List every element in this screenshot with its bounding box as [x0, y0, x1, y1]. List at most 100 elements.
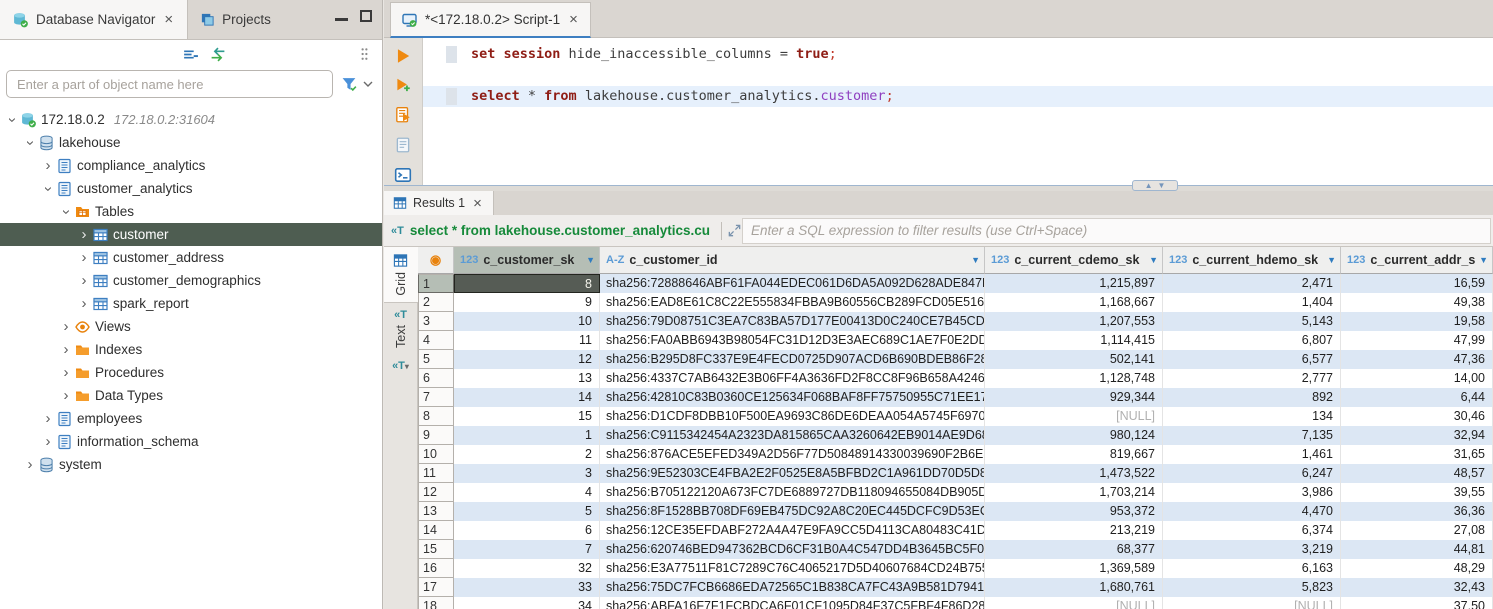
cell-c_customer_id[interactable]: sha256:8F1528BB708DF69EB475DC92A8C20EC44…	[600, 502, 985, 521]
object-filter-input[interactable]	[6, 70, 333, 98]
cell-c_current_hdemo_sk[interactable]: 6,247	[1163, 464, 1341, 483]
tree-item-views[interactable]: ›Views	[0, 315, 382, 338]
cell-c_customer_id[interactable]: sha256:C9115342454A2323DA815865CAA326064…	[600, 426, 985, 445]
cell-c_current_cdemo_sk[interactable]: 953,372	[985, 502, 1163, 521]
cell-c_customer_id[interactable]: sha256:9E52303CE4FBA2E2F0525E8A5BFBD2C1A…	[600, 464, 985, 483]
chevron-expanded-icon[interactable]: ›	[5, 113, 19, 127]
cell-c_customer_id[interactable]: sha256:E3A77511F81C7289C76C4065217D5D406…	[600, 559, 985, 578]
code-line-1[interactable]: set session hide_inaccessible_columns = …	[423, 44, 1493, 65]
cell-c_customer_id[interactable]: sha256:876ACE5EFED349A2D56F77D5084891433…	[600, 445, 985, 464]
cell-c_current_addr_sk[interactable]: 44,81	[1341, 540, 1493, 559]
cell-c_customer_sk[interactable]: 34	[454, 597, 600, 609]
cell-c_current_cdemo_sk[interactable]: [NULL]	[985, 407, 1163, 426]
cell-c_customer_sk[interactable]: 6	[454, 521, 600, 540]
cell-c_current_addr_sk[interactable]: 47,36	[1341, 350, 1493, 369]
cell-c_current_addr_sk[interactable]: 47,99	[1341, 331, 1493, 350]
cell-c_current_cdemo_sk[interactable]: 213,219	[985, 521, 1163, 540]
cell-c_customer_sk[interactable]: 13	[454, 369, 600, 388]
cell-c_current_addr_sk[interactable]: 27,08	[1341, 521, 1493, 540]
cell-c_current_cdemo_sk[interactable]: [NULL]	[985, 597, 1163, 609]
tree-item-customer[interactable]: ›customer	[0, 223, 382, 246]
chevron-collapsed-icon[interactable]: ›	[77, 274, 91, 288]
cell-c_customer_sk[interactable]: 11	[454, 331, 600, 350]
cell-c_current_addr_sk[interactable]: 36,36	[1341, 502, 1493, 521]
sort-dropdown-icon[interactable]: ▼	[1479, 255, 1488, 265]
cell-c_current_addr_sk[interactable]: 32,43	[1341, 578, 1493, 597]
row-number[interactable]: 12	[418, 483, 454, 502]
collapse-down-icon[interactable]: ▼	[1158, 182, 1166, 190]
row-number[interactable]: 16	[418, 559, 454, 578]
cell-c_customer_id[interactable]: sha256:4337C7AB6432E3B06FF4A3636FD2F8CC8…	[600, 369, 985, 388]
code-line-2[interactable]	[423, 65, 1493, 86]
presentation-menu[interactable]: «T▾	[384, 354, 418, 378]
cell-c_current_hdemo_sk[interactable]: 5,143	[1163, 312, 1341, 331]
close-icon[interactable]: ×	[162, 12, 175, 27]
cell-c_current_addr_sk[interactable]: 49,38	[1341, 293, 1493, 312]
explain-plan-button[interactable]	[392, 135, 414, 156]
tree-item-information-schema[interactable]: ›information_schema	[0, 430, 382, 453]
cell-c_current_hdemo_sk[interactable]: [NULL]	[1163, 597, 1341, 609]
cell-c_customer_id[interactable]: sha256:FA0ABB6943B98054FC31D12D3E3AEC689…	[600, 331, 985, 350]
cell-c_customer_sk[interactable]: 32	[454, 559, 600, 578]
cell-c_customer_sk[interactable]: 1	[454, 426, 600, 445]
collapse-all-icon[interactable]	[182, 46, 199, 63]
cell-c_current_cdemo_sk[interactable]: 1,114,415	[985, 331, 1163, 350]
cell-c_current_hdemo_sk[interactable]: 4,470	[1163, 502, 1341, 521]
cell-c_current_addr_sk[interactable]: 32,94	[1341, 426, 1493, 445]
cell-c_customer_id[interactable]: sha256:12CE35EFDABF272A4A47E9FA9CC5D4113…	[600, 521, 985, 540]
execute-statement-button[interactable]	[392, 46, 414, 67]
row-number[interactable]: 18	[418, 597, 454, 609]
cell-c_customer_sk[interactable]: 12	[454, 350, 600, 369]
column-header-c_current_addr_sk[interactable]: 123c_current_addr_sk▼	[1341, 247, 1493, 274]
column-header-c_customer_sk[interactable]: 123c_customer_sk▼	[454, 247, 600, 274]
row-number[interactable]: 3	[418, 312, 454, 331]
cell-c_current_hdemo_sk[interactable]: 892	[1163, 388, 1341, 407]
cell-c_current_addr_sk[interactable]: 6,44	[1341, 388, 1493, 407]
filter-settings-icon[interactable]	[341, 76, 358, 93]
cell-c_customer_id[interactable]: sha256:EAD8E61C8C22E555834FBBA9B60556CB2…	[600, 293, 985, 312]
chevron-expanded-icon[interactable]: ›	[41, 182, 55, 196]
tree-item-tables[interactable]: ›Tables	[0, 200, 382, 223]
tree-item-customer-demographics[interactable]: ›customer_demographics	[0, 269, 382, 292]
tree-item-lakehouse[interactable]: ›lakehouse	[0, 131, 382, 154]
cell-c_customer_sk[interactable]: 10	[454, 312, 600, 331]
cell-c_customer_sk[interactable]: 14	[454, 388, 600, 407]
row-number[interactable]: 8	[418, 407, 454, 426]
tree-item-employees[interactable]: ›employees	[0, 407, 382, 430]
cell-c_current_hdemo_sk[interactable]: 7,135	[1163, 426, 1341, 445]
tab-database-navigator[interactable]: Database Navigator ×	[0, 0, 188, 39]
cell-c_current_addr_sk[interactable]: 39,55	[1341, 483, 1493, 502]
row-number[interactable]: 9	[418, 426, 454, 445]
cell-c_customer_sk[interactable]: 4	[454, 483, 600, 502]
sort-dropdown-icon[interactable]: ▼	[586, 255, 595, 265]
cell-c_customer_sk[interactable]: 7	[454, 540, 600, 559]
presentation-tab-text[interactable]: «T Text	[384, 303, 418, 354]
row-number[interactable]: 14	[418, 521, 454, 540]
chevron-collapsed-icon[interactable]: ›	[59, 320, 73, 334]
minimize-icon[interactable]	[335, 18, 348, 21]
chevron-collapsed-icon[interactable]: ›	[41, 412, 55, 426]
cell-c_current_cdemo_sk[interactable]: 1,703,214	[985, 483, 1163, 502]
results-filter-input[interactable]: Enter a SQL expression to filter results…	[742, 218, 1491, 244]
tree-item-spark-report[interactable]: ›spark_report	[0, 292, 382, 315]
cell-c_current_addr_sk[interactable]: 31,65	[1341, 445, 1493, 464]
cell-c_current_cdemo_sk[interactable]: 1,207,553	[985, 312, 1163, 331]
row-number[interactable]: 2	[418, 293, 454, 312]
cell-c_customer_id[interactable]: sha256:ABFA16F7F1FCBDCA6F01CF1095D84F37C…	[600, 597, 985, 609]
cell-c_customer_sk[interactable]: 5	[454, 502, 600, 521]
row-number[interactable]: 4	[418, 331, 454, 350]
cell-c_current_cdemo_sk[interactable]: 68,377	[985, 540, 1163, 559]
column-header-c_current_hdemo_sk[interactable]: 123c_current_hdemo_sk▼	[1163, 247, 1341, 274]
chevron-collapsed-icon[interactable]: ›	[77, 228, 91, 242]
cell-c_customer_sk[interactable]: 9	[454, 293, 600, 312]
row-number[interactable]: 7	[418, 388, 454, 407]
cell-c_current_cdemo_sk[interactable]: 1,680,761	[985, 578, 1163, 597]
row-number[interactable]: 17	[418, 578, 454, 597]
cell-c_customer_sk[interactable]: 33	[454, 578, 600, 597]
maximize-icon[interactable]	[360, 10, 372, 22]
sql-code-area[interactable]: set session hide_inaccessible_columns = …	[423, 38, 1493, 185]
cell-c_current_addr_sk[interactable]: 30,46	[1341, 407, 1493, 426]
chevron-collapsed-icon[interactable]: ›	[77, 297, 91, 311]
cell-c_current_hdemo_sk[interactable]: 134	[1163, 407, 1341, 426]
expand-filter-icon[interactable]	[727, 223, 742, 238]
